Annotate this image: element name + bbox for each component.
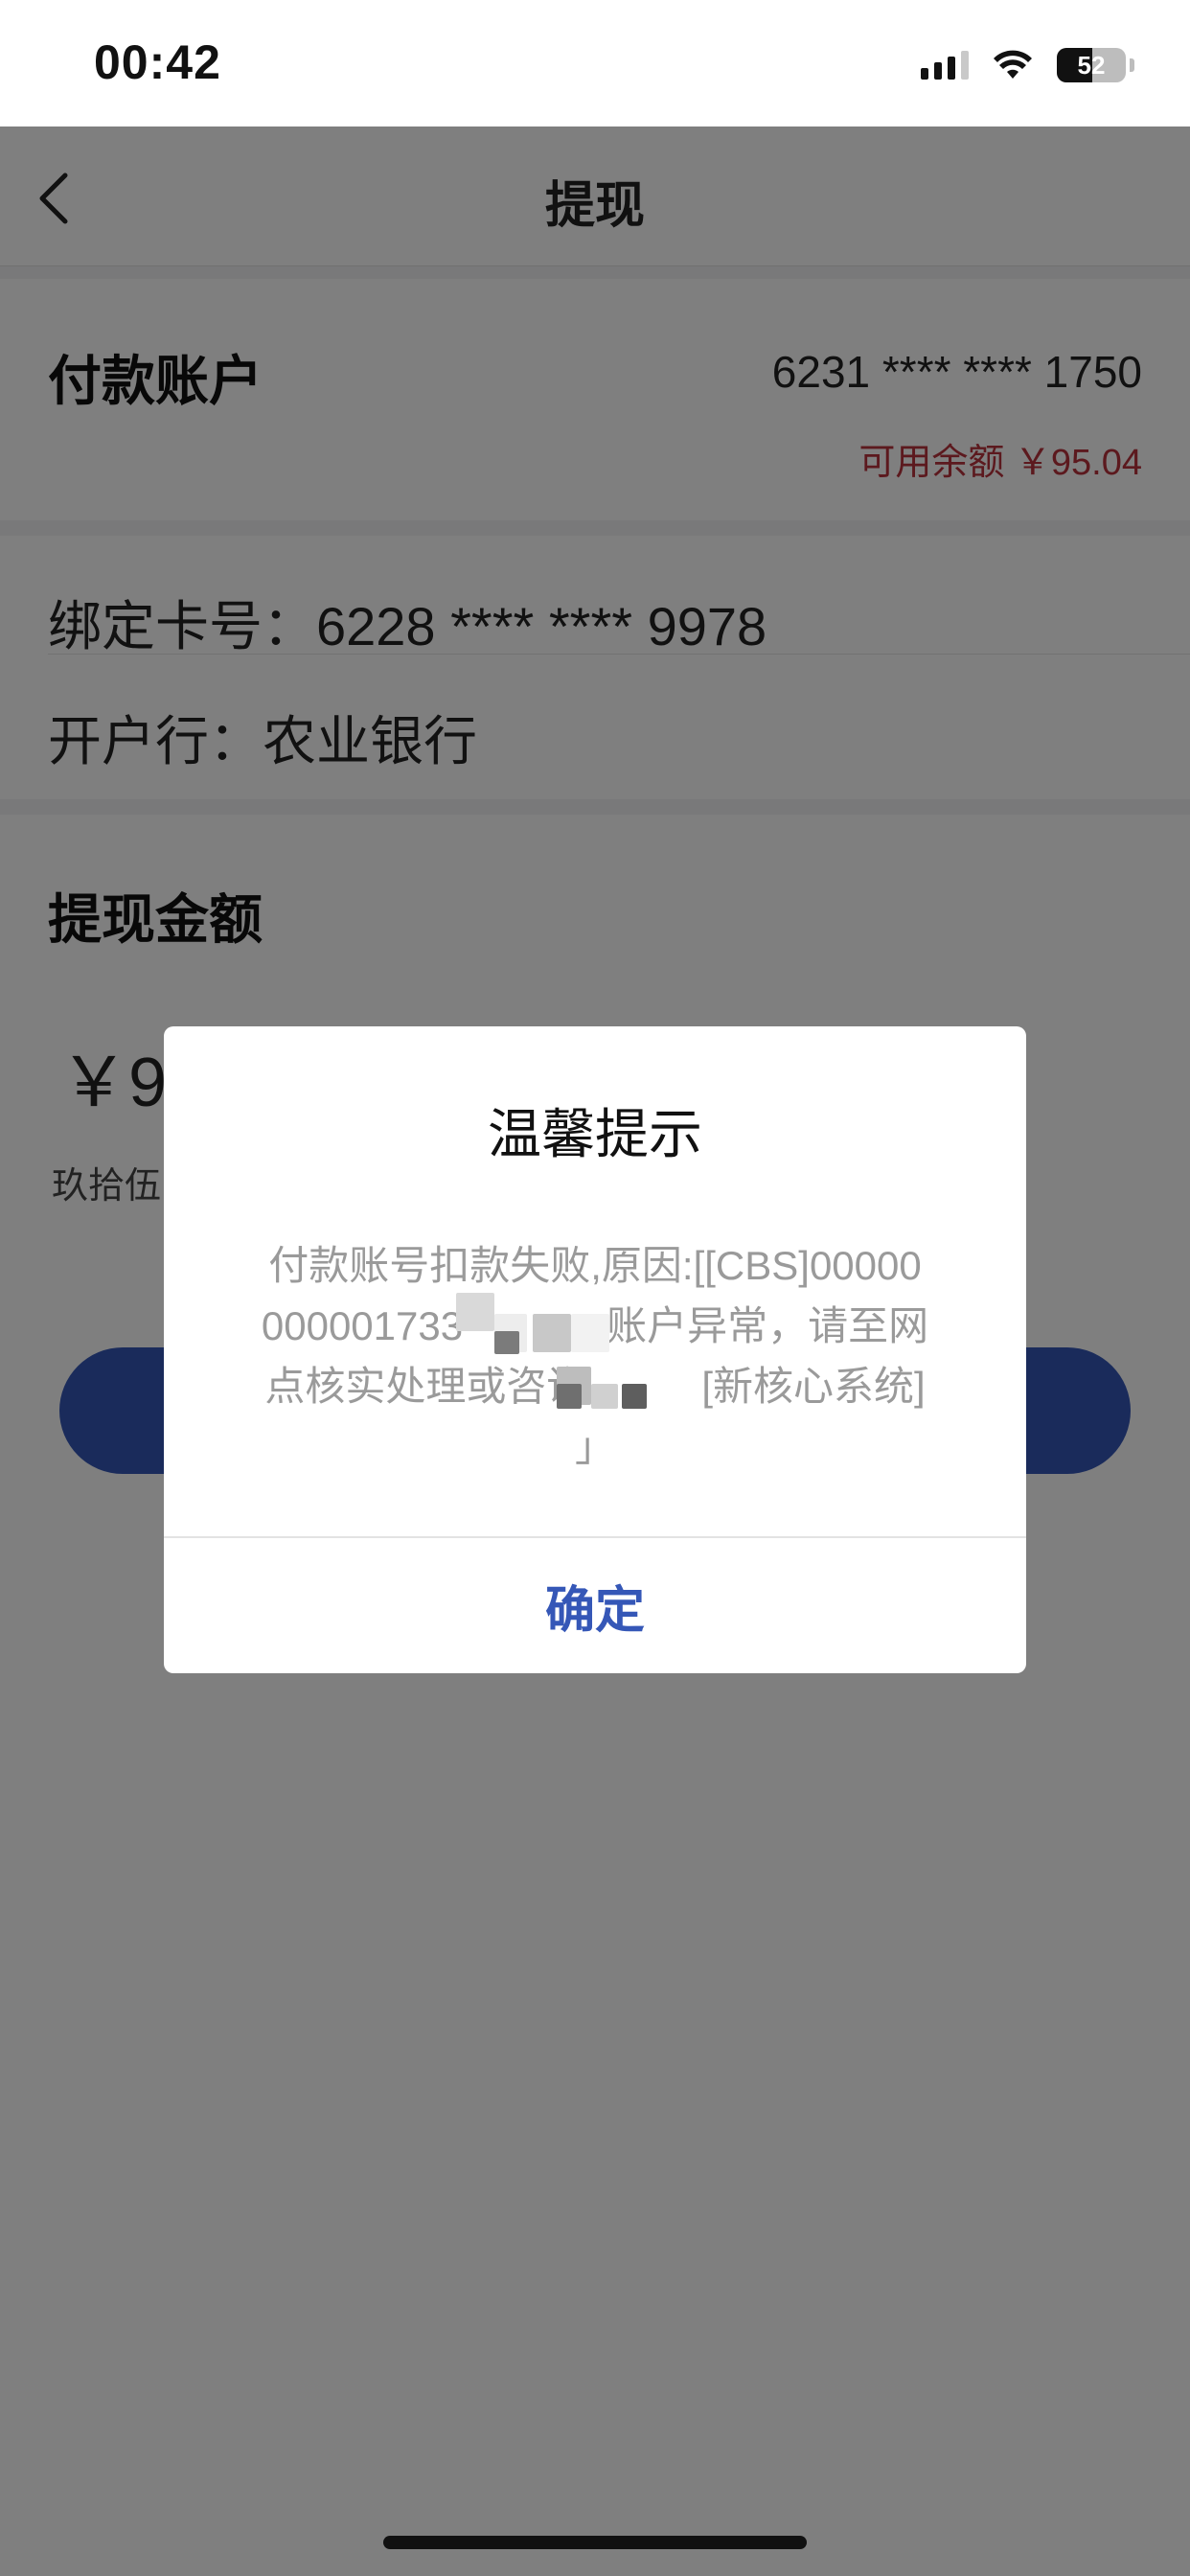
status-icons: 52 [921, 42, 1134, 88]
status-time: 00:42 [94, 35, 221, 89]
battery-icon: 52 [1057, 48, 1126, 82]
signal-icon [921, 51, 969, 80]
dialog-message-line: 」 [574, 1424, 615, 1469]
wifi-icon [994, 50, 1032, 79]
home-indicator [383, 2536, 807, 2549]
dialog-message: 付款账号扣款失败,原因:[[CBS]00000 000001733 账户异常，请至… [233, 1235, 957, 1477]
dialog-title: 温馨提示 [488, 1104, 702, 1164]
dialog-message-fragment: 000001733 [261, 1303, 464, 1348]
alert-dialog: 温馨提示 付款账号扣款失败,原因:[[CBS]00000 000001733 账户… [164, 1026, 1026, 1673]
battery-level: 52 [1077, 50, 1106, 80]
battery-tip [1130, 58, 1134, 72]
dialog-message-fragment: 账户异常，请至网 [606, 1303, 929, 1348]
dialog-message-line: 付款账号扣款失败,原因:[[CBS]00000 [268, 1243, 922, 1288]
dialog-message-fragment: 点核实处理或咨询 [264, 1364, 587, 1409]
dialog-ok-button[interactable]: 确定 [164, 1538, 1026, 1673]
status-bar: 00:42 52 [0, 0, 1190, 126]
dialog-message-fragment: [新核心系统] [701, 1364, 926, 1409]
